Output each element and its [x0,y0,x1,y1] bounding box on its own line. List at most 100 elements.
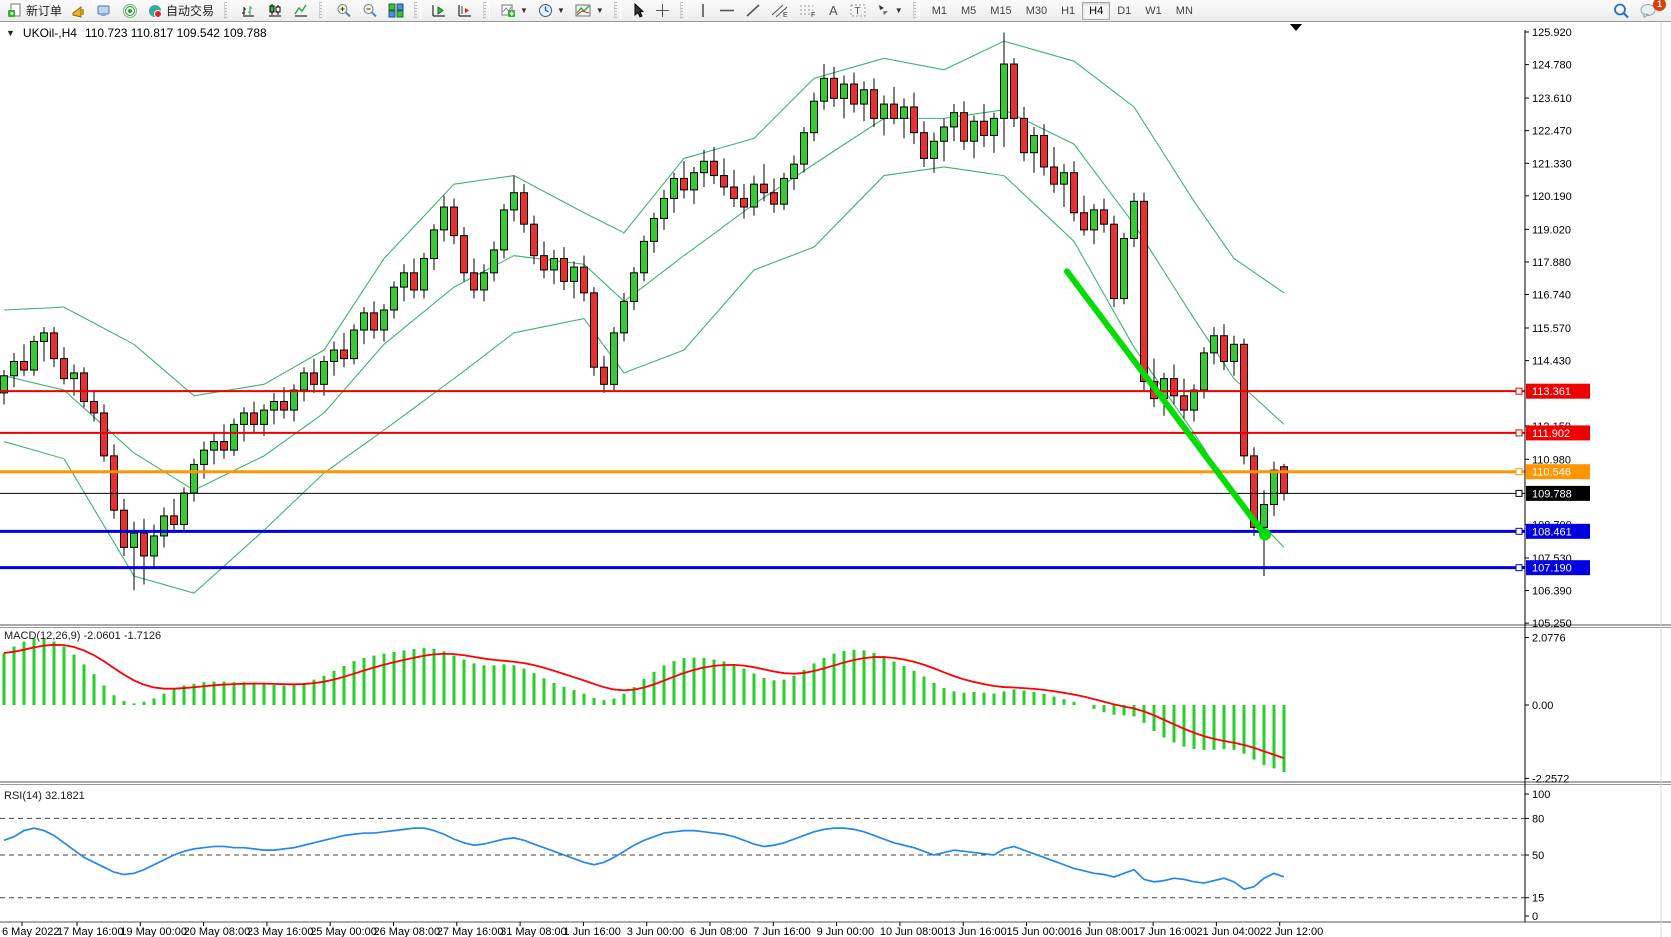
search-button[interactable] [1608,1,1635,21]
price-axis: 125.920124.780123.610122.470121.330120.1… [1525,27,1590,630]
cursor-button[interactable] [626,1,650,20]
timeframe-m5[interactable]: M5 [954,2,983,20]
svg-text:23 May 16:00: 23 May 16:00 [247,926,314,937]
equidistant-channel-button[interactable]: E [766,1,794,20]
bollinger-bands [4,41,1284,593]
auto-scroll-icon [431,3,447,18]
svg-text:109.788: 109.788 [1532,488,1572,500]
chart-ohlc-values: 110.723 110.817 109.542 109.788 [85,26,267,40]
svg-text:6 May 2022: 6 May 2022 [2,926,59,937]
horizontal-line-icon [719,3,735,18]
svg-text:105.250: 105.250 [1532,618,1572,630]
periods-button[interactable]: ▼ [533,1,570,20]
horizontal-line-button[interactable] [714,1,740,20]
timeframe-w1[interactable]: W1 [1138,2,1169,20]
svg-text:15: 15 [1532,893,1544,905]
tile-windows-button[interactable] [383,1,409,20]
timeframe-m1[interactable]: M1 [925,2,954,20]
svg-text:117.880: 117.880 [1532,257,1571,269]
svg-text:115.570: 115.570 [1532,323,1571,335]
svg-text:110.546: 110.546 [1532,467,1571,479]
svg-text:27 May 16:00: 27 May 16:00 [437,926,504,937]
svg-text:15 Jun 00:00: 15 Jun 00:00 [1007,926,1071,937]
trend-line-button[interactable] [740,1,766,20]
svg-text:119.020: 119.020 [1532,224,1571,236]
svg-text:F: F [811,12,815,18]
svg-text:10 Jun 08:00: 10 Jun 08:00 [880,926,944,937]
zoom-in-button[interactable] [331,1,357,20]
chart-shift-button[interactable] [452,1,478,20]
search-icon [1613,3,1630,19]
svg-text:113.361: 113.361 [1532,386,1571,398]
svg-text:106.390: 106.390 [1532,586,1572,598]
svg-text:100: 100 [1532,789,1550,801]
arrows-button[interactable]: ▼ [871,1,908,20]
svg-text:80: 80 [1532,813,1544,825]
svg-text:17 Jun 16:00: 17 Jun 16:00 [1133,926,1197,937]
crosshair-icon [655,3,670,18]
text-button[interactable]: A [822,1,845,20]
macd-pane: 2.07760.00-2.2572 [4,632,1569,785]
timeframe-h1[interactable]: H1 [1054,2,1082,20]
line-chart-icon [293,3,309,18]
svg-text:122.470: 122.470 [1532,126,1572,138]
candlestick-button[interactable] [262,1,288,20]
text-label-button[interactable]: T [845,1,871,20]
add-indicator-button[interactable]: ▼ [495,1,533,20]
timeframe-m15[interactable]: M15 [983,2,1018,20]
new-order-icon [8,3,23,18]
fibonacci-button[interactable]: F [794,1,822,20]
dropdown-arrow-icon: ▼ [895,6,903,15]
templates-button[interactable]: ▼ [570,1,609,20]
timeframe-mn[interactable]: MN [1169,2,1200,20]
horizontal-lines[interactable] [0,388,1525,570]
svg-text:20 May 08:00: 20 May 08:00 [184,926,251,937]
line-chart-button[interactable] [288,1,314,20]
rsi-pane: 1008050150 [0,789,1550,923]
alerts-button[interactable] [67,2,92,20]
auto-scroll-button[interactable] [426,1,452,20]
svg-text:31 May 08:00: 31 May 08:00 [500,926,567,937]
crosshair-button[interactable] [650,1,675,20]
autotrading-icon [148,4,163,18]
svg-text:125.920: 125.920 [1532,27,1572,39]
notifications-button[interactable]: 1 [1635,1,1662,20]
svg-text:13 Jun 16:00: 13 Jun 16:00 [943,926,1007,937]
zoom-out-button[interactable] [357,1,383,20]
svg-text:26 May 08:00: 26 May 08:00 [374,926,441,937]
vertical-line-button[interactable] [692,1,714,20]
new-order-button[interactable]: 新订单 [3,0,67,21]
text-label-icon: T [850,3,866,18]
collapse-arrow-icon[interactable]: ▼ [6,28,15,38]
add-indicator-icon [500,3,516,18]
shift-marker-icon[interactable] [1290,24,1302,31]
terminal-button[interactable] [92,2,118,20]
svg-text:E: E [783,12,788,18]
timeframe-d1[interactable]: D1 [1110,2,1138,20]
timeframe-h4[interactable]: H4 [1082,2,1110,20]
svg-text:108.461: 108.461 [1532,526,1572,538]
signals-button[interactable] [118,2,143,20]
svg-text:111.902: 111.902 [1532,428,1570,440]
svg-text:A: A [829,3,838,18]
clock-icon [538,3,553,18]
dropdown-arrow-icon: ▼ [520,6,528,15]
time-axis: 6 May 202217 May 16:0019 May 00:0020 May… [2,922,1323,937]
chart-canvas[interactable]: 125.920124.780123.610122.470121.330120.1… [0,22,1671,937]
bar-chart-button[interactable] [236,1,262,20]
horn-icon [72,4,87,18]
chart-title: ▼ UKOil-,H4 110.723 110.817 109.542 109.… [6,26,267,40]
new-order-label: 新订单 [26,2,62,19]
svg-text:21 Jun 04:00: 21 Jun 04:00 [1196,926,1260,937]
text-icon: A [827,3,840,18]
svg-text:0: 0 [1532,911,1538,923]
timeframe-group: M1M5M15M30H1H4D1W1MN [922,0,1203,21]
svg-text:116.740: 116.740 [1532,290,1571,302]
zoom-out-icon [362,3,378,18]
tile-windows-icon [388,3,404,18]
chart-symbol-period: UKOil-,H4 [23,26,77,40]
autotrading-button[interactable]: 自动交易 [143,0,219,21]
timeframe-m30[interactable]: M30 [1019,2,1054,20]
autotrading-label: 自动交易 [166,2,214,19]
svg-text:0.00: 0.00 [1532,700,1553,712]
